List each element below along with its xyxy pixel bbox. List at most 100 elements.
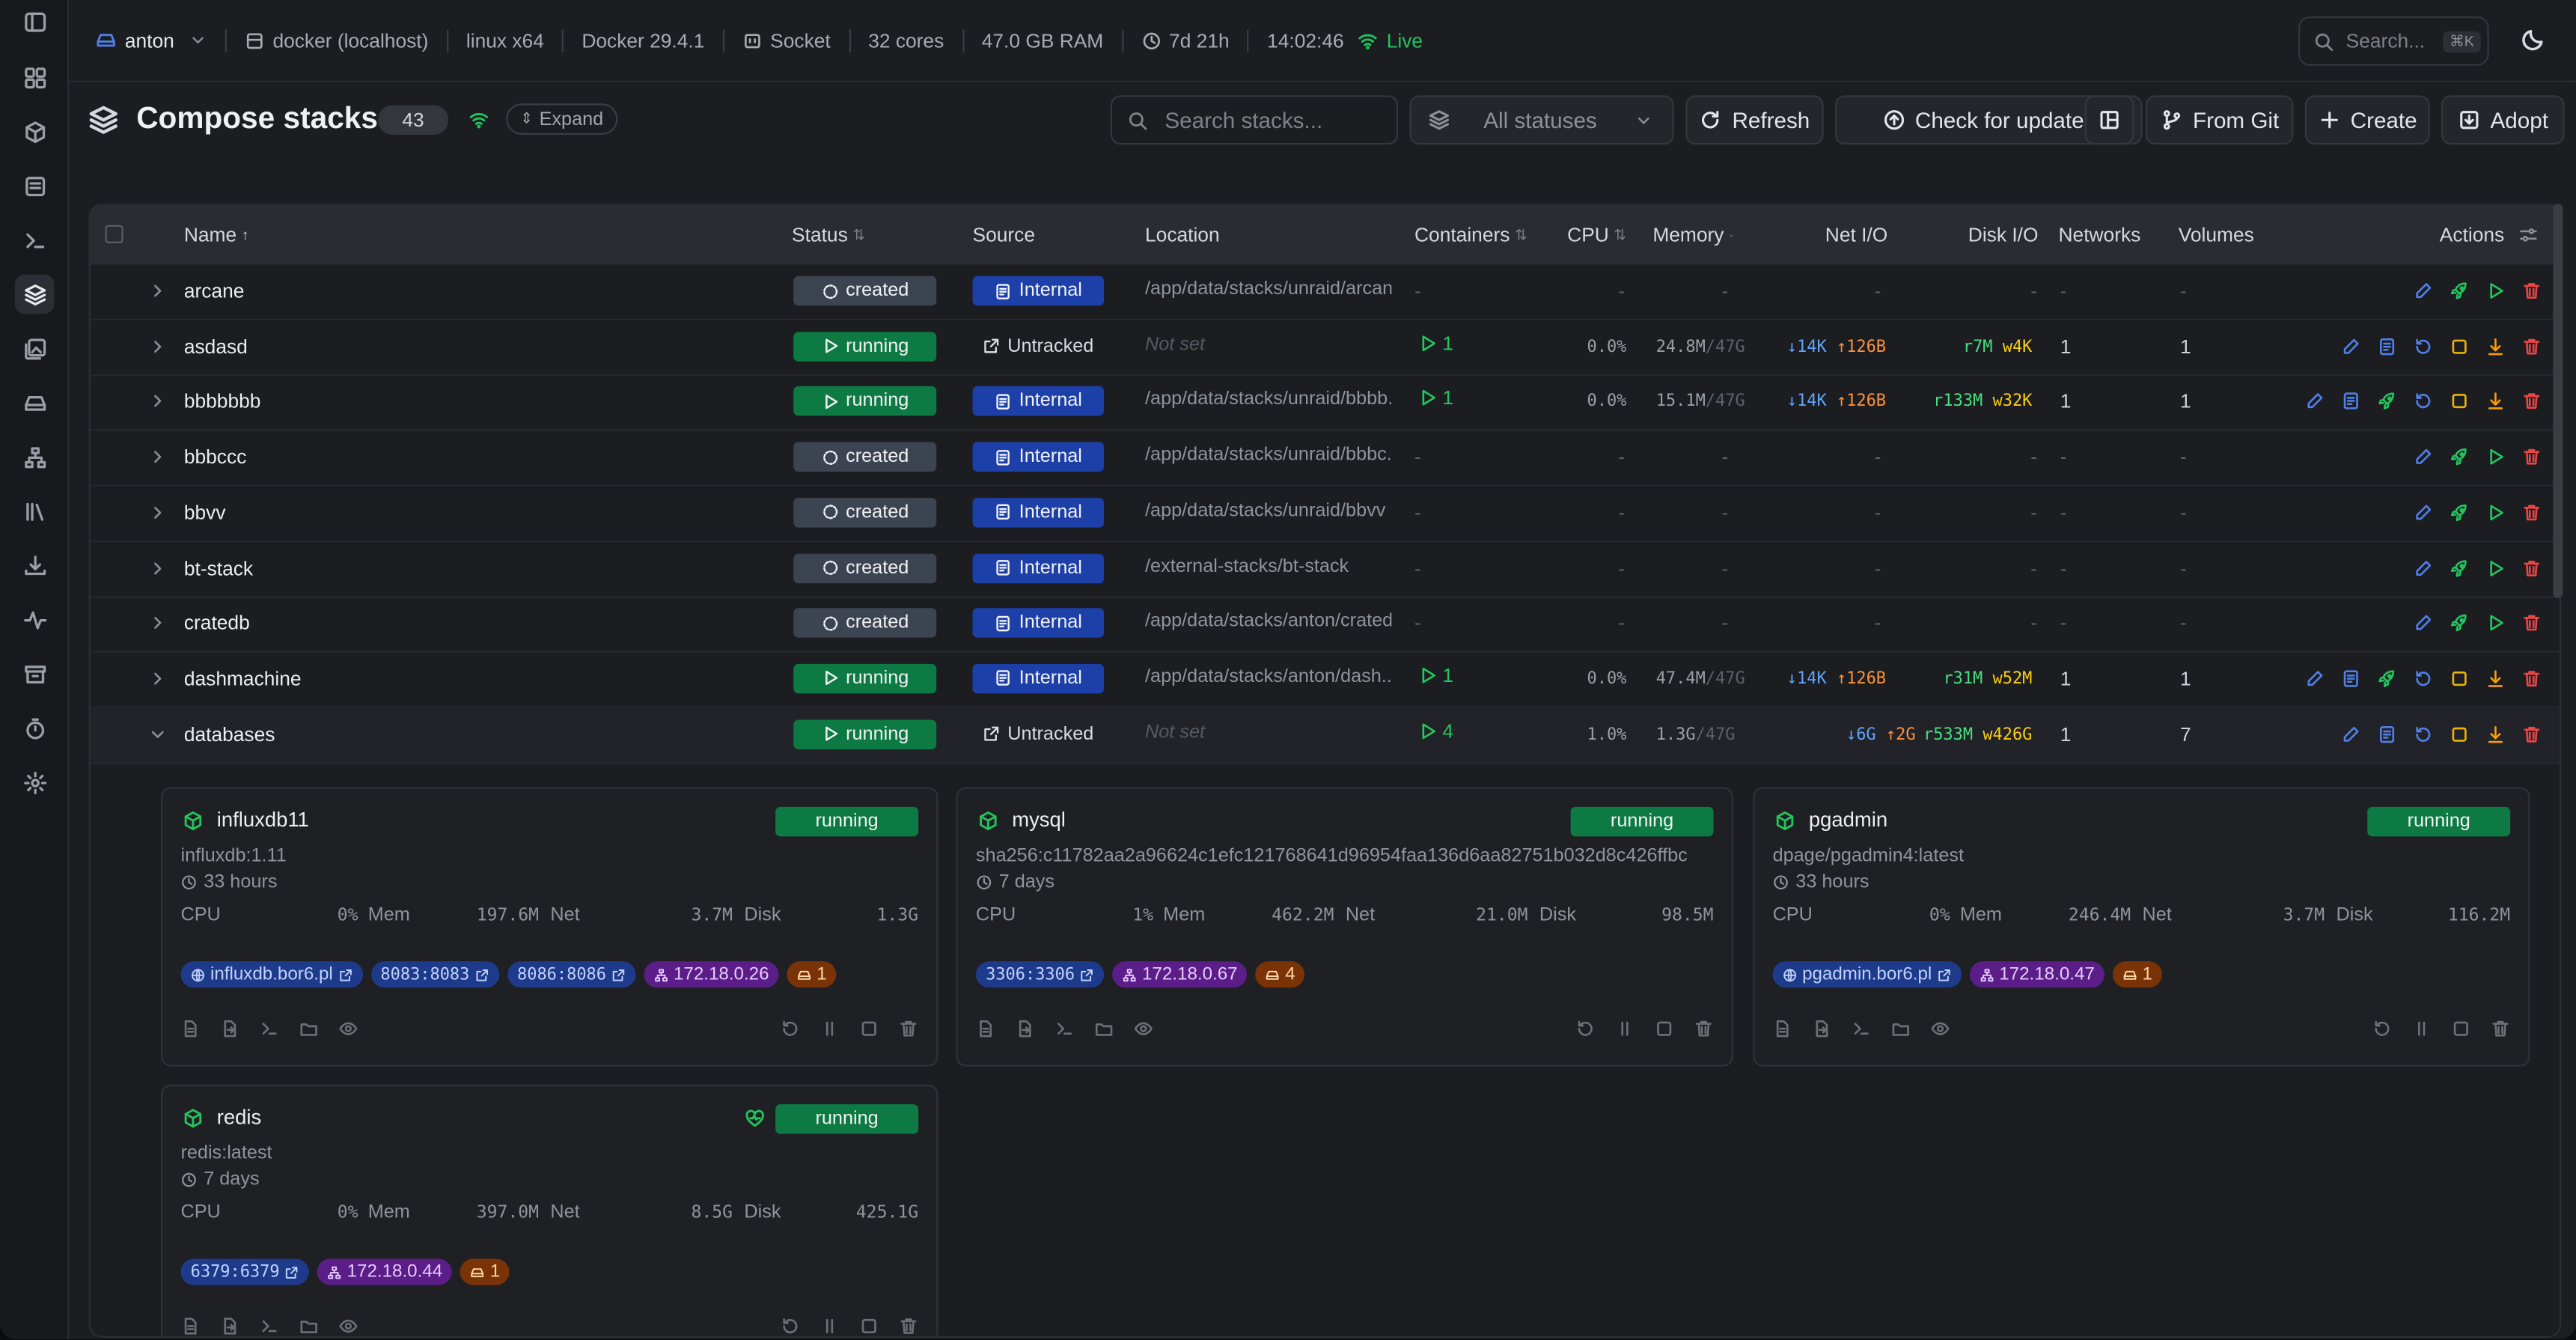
delete-icon[interactable] (2522, 724, 2542, 743)
sidebar-toggle-icon[interactable] (15, 1, 55, 41)
column-cpu[interactable]: CPU ⇅ (1567, 224, 1626, 247)
networks-icon[interactable] (15, 437, 55, 477)
edit-icon[interactable] (2305, 392, 2325, 411)
table-row[interactable]: bbvv created Internal/app/data/stacks/unra… (90, 486, 2560, 542)
container-name[interactable]: pgadmin (1809, 808, 1887, 832)
terminal-icon[interactable] (260, 1316, 279, 1336)
logs-icon[interactable] (2377, 724, 2396, 743)
table-row[interactable]: dashmachine running Internal/app/data/stac… (90, 652, 2560, 708)
delete-icon[interactable] (2522, 336, 2542, 356)
restart-icon[interactable] (781, 1316, 800, 1336)
logs-icon[interactable] (2341, 392, 2360, 411)
delete-icon[interactable] (2522, 281, 2542, 300)
view-icon[interactable] (338, 1019, 358, 1038)
delete-icon[interactable] (899, 1316, 918, 1336)
delete-icon[interactable] (2522, 392, 2542, 411)
files-icon[interactable] (1094, 1019, 1114, 1038)
chevron-right-icon[interactable] (148, 501, 168, 524)
stop-icon[interactable] (2450, 392, 2469, 411)
layout-toggle-button[interactable] (2084, 95, 2134, 145)
restart-icon[interactable] (2414, 669, 2433, 688)
stack-name[interactable]: asdasd (184, 335, 248, 358)
timer-icon[interactable] (15, 708, 55, 748)
table-row[interactable]: cratedb created Internal/app/data/stacks/a… (90, 597, 2560, 653)
stack-name[interactable]: bbvv (184, 501, 226, 524)
inspect-icon[interactable] (220, 1019, 239, 1038)
container-name[interactable]: mysql (1012, 808, 1066, 832)
stop-icon[interactable] (2451, 1019, 2470, 1038)
restart-icon[interactable] (1575, 1019, 1595, 1038)
edit-icon[interactable] (2414, 281, 2433, 300)
logs-icon[interactable] (2341, 669, 2360, 688)
stack-name[interactable]: bbbccc (184, 445, 246, 469)
delete-icon[interactable] (1694, 1019, 1713, 1038)
restart-icon[interactable] (2414, 392, 2433, 411)
pull-icon[interactable] (2485, 336, 2505, 356)
start-icon[interactable] (2485, 502, 2505, 522)
logs-icon[interactable] (180, 1019, 200, 1038)
scrollbar[interactable] (2553, 204, 2563, 599)
table-row[interactable]: databases running Untracked Not set 4 1.0% 1.3… (90, 707, 2560, 764)
view-icon[interactable] (338, 1316, 358, 1336)
logs-icon[interactable] (1773, 1019, 1792, 1038)
pull-icon[interactable] (2485, 392, 2505, 411)
chevron-right-icon[interactable] (148, 390, 168, 413)
logs-icon[interactable] (976, 1019, 995, 1038)
chevron-right-icon[interactable] (148, 667, 168, 690)
port-mapping[interactable]: 6379:6379 (180, 1258, 310, 1285)
column-containers[interactable]: Containers ⇅ (1414, 224, 1527, 247)
inspect-icon[interactable] (1016, 1019, 1035, 1038)
edit-icon[interactable] (2414, 558, 2433, 577)
deploy-icon[interactable] (2450, 558, 2469, 577)
deploy-icon[interactable] (2377, 392, 2396, 411)
deploy-icon[interactable] (2450, 502, 2469, 522)
logs-icon[interactable] (2377, 336, 2396, 356)
deploy-icon[interactable] (2450, 613, 2469, 633)
container-name[interactable]: redis (217, 1106, 261, 1129)
column-status[interactable]: Status ⇅ (792, 224, 865, 247)
gallery-icon[interactable] (15, 329, 55, 368)
stop-icon[interactable] (859, 1019, 879, 1038)
column-memory[interactable]: Memory · (1652, 224, 1733, 247)
delete-icon[interactable] (2522, 502, 2542, 522)
files-icon[interactable] (299, 1019, 319, 1038)
select-all-checkbox[interactable] (105, 225, 123, 243)
pause-icon[interactable] (1615, 1019, 1635, 1038)
refresh-button[interactable]: Refresh (1685, 95, 1824, 145)
chevron-right-icon[interactable] (148, 612, 168, 635)
start-icon[interactable] (2485, 447, 2505, 466)
restart-icon[interactable] (781, 1019, 800, 1038)
archive-icon[interactable] (15, 654, 55, 694)
stack-name[interactable]: cratedb (184, 612, 250, 635)
deploy-icon[interactable] (2377, 669, 2396, 688)
view-icon[interactable] (1930, 1019, 1950, 1038)
stack-name[interactable]: dashmachine (184, 667, 302, 690)
activity-icon[interactable] (15, 600, 55, 639)
terminal-icon[interactable] (1054, 1019, 1074, 1038)
chevron-right-icon[interactable] (148, 335, 168, 358)
table-row[interactable]: bbbbbbb running Internal/app/data/stacks/u… (90, 375, 2560, 431)
stacks-icon[interactable] (14, 274, 55, 314)
chevron-right-icon[interactable] (148, 279, 168, 302)
pull-icon[interactable] (2485, 669, 2505, 688)
table-row[interactable]: bbbccc created Internal/app/data/stacks/un… (90, 430, 2560, 487)
container-card[interactable]: pgadmin running dpage/pgadmin4:latest 33 ho… (1753, 787, 2530, 1067)
theme-toggle-icon[interactable] (2520, 26, 2550, 56)
stack-name[interactable]: databases (184, 722, 275, 746)
edit-icon[interactable] (2305, 669, 2325, 688)
stack-name[interactable]: arcane (184, 279, 245, 302)
container-card[interactable]: mysql running sha256:c11782aa2a96624c1efc1… (956, 787, 1733, 1067)
pause-icon[interactable] (2411, 1019, 2431, 1038)
stack-name[interactable]: bbbbbbb (184, 390, 261, 413)
stop-icon[interactable] (2450, 336, 2469, 356)
volumes-icon[interactable] (15, 383, 55, 422)
terminal-icon[interactable] (15, 220, 55, 260)
restart-icon[interactable] (2372, 1019, 2392, 1038)
port-mapping[interactable]: 3306:3306 (975, 961, 1105, 988)
images-icon[interactable] (15, 166, 55, 206)
stop-icon[interactable] (2450, 724, 2469, 743)
port-mapping[interactable]: 8086:8086 (507, 961, 636, 988)
column-name[interactable]: Name ↑ (184, 224, 249, 247)
column-settings-icon[interactable] (2519, 225, 2539, 245)
stop-icon[interactable] (859, 1316, 879, 1336)
